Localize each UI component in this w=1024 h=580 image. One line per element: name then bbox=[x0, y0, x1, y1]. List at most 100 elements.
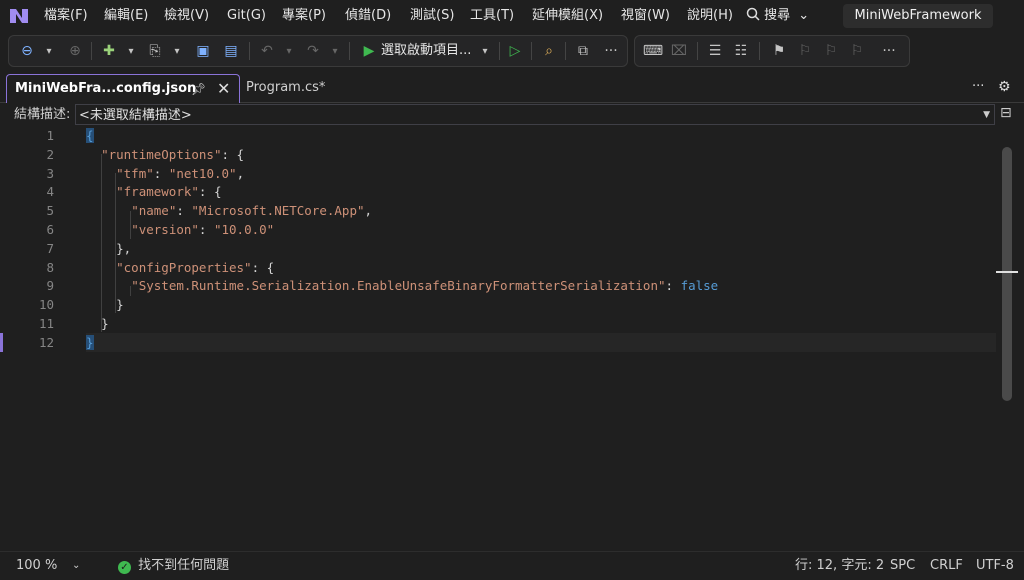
toolbar-separator bbox=[531, 42, 532, 60]
navigate-forward-icon[interactable]: ⊕ bbox=[65, 36, 85, 66]
visual-studio-logo-icon[interactable] bbox=[8, 6, 30, 26]
save-all-icon[interactable]: ▤ bbox=[221, 36, 241, 66]
menu-test[interactable]: 測試(S) bbox=[410, 0, 454, 32]
menu-git[interactable]: Git(G) bbox=[227, 0, 266, 32]
schema-label: 結構描述: bbox=[14, 107, 71, 122]
toolbar-separator bbox=[249, 42, 250, 60]
chevron-down-icon[interactable]: ⌄ bbox=[72, 552, 80, 580]
schema-dropdown[interactable]: <未選取結構描述> ▼ bbox=[75, 104, 995, 125]
chevron-down-icon[interactable]: ▾ bbox=[279, 36, 299, 66]
close-icon[interactable]: ✕ bbox=[217, 75, 230, 103]
start-without-debug-icon[interactable]: ▷ bbox=[505, 36, 525, 66]
line-number: 5 bbox=[46, 203, 54, 219]
start-play-icon[interactable]: ▶ bbox=[359, 36, 379, 66]
menu-extensions[interactable]: 延伸模組(X) bbox=[532, 0, 603, 32]
line-number: 7 bbox=[46, 240, 54, 256]
code-line: } bbox=[86, 334, 94, 350]
startup-item-dropdown[interactable]: 選取啟動項目... bbox=[381, 36, 471, 66]
toolbar-separator bbox=[499, 42, 500, 60]
more-options-icon[interactable]: ··· bbox=[601, 36, 621, 66]
save-icon[interactable]: ▣ bbox=[193, 36, 213, 66]
line-number: 9 bbox=[46, 278, 54, 294]
current-line-marker bbox=[0, 333, 3, 352]
find-in-files-icon[interactable]: ⌕ bbox=[539, 36, 559, 66]
zoom-level[interactable]: 100 % bbox=[16, 552, 57, 580]
next-bookmark-icon[interactable]: ⚐ bbox=[821, 36, 841, 66]
toolbar-separator bbox=[565, 42, 566, 60]
search-icon bbox=[746, 7, 760, 21]
prev-bookmark-icon[interactable]: ⚐ bbox=[795, 36, 815, 66]
clear-bookmarks-icon[interactable]: ⚐ bbox=[847, 36, 867, 66]
schema-bar: 結構描述: <未選取結構描述> ▼ ⊟ bbox=[0, 103, 1024, 127]
line-number: 8 bbox=[46, 259, 54, 275]
line-number: 1 bbox=[46, 128, 54, 143]
project-name-badge[interactable]: MiniWebFramework bbox=[843, 4, 993, 28]
decrease-indent-icon[interactable]: ☰ bbox=[705, 36, 725, 66]
toolbar-separator bbox=[759, 42, 760, 60]
open-file-icon[interactable]: ⎘ bbox=[145, 36, 165, 66]
menu-help[interactable]: 說明(H) bbox=[687, 0, 733, 32]
code-line: "System.Runtime.Serialization.EnableUnsa… bbox=[131, 278, 719, 294]
code-line: "tfm": "net10.0", bbox=[116, 165, 245, 181]
menu-tools[interactable]: 工具(T) bbox=[470, 0, 514, 32]
code-line: "name": "Microsoft.NETCore.App", bbox=[131, 203, 373, 219]
issues-indicator[interactable]: ✓ 找不到任何問題 bbox=[118, 552, 229, 580]
gear-icon[interactable]: ⚙ bbox=[998, 72, 1011, 102]
menu-project[interactable]: 專案(P) bbox=[282, 0, 326, 32]
line-number: 12 bbox=[38, 334, 54, 350]
code-line: "framework": { bbox=[116, 184, 222, 200]
live-share-icon[interactable]: ⧉ bbox=[573, 36, 593, 66]
redo-icon[interactable]: ↷ bbox=[303, 36, 323, 66]
uncomment-icon[interactable]: ⌧ bbox=[669, 36, 689, 66]
search-button[interactable]: 搜尋 ⌄ bbox=[746, 0, 809, 32]
menu-bar: 檔案(F) 編輯(E) 檢視(V) Git(G) 專案(P) 偵錯(D) 測試(… bbox=[0, 0, 1024, 32]
encoding[interactable]: UTF-8 bbox=[976, 552, 1014, 580]
undo-icon[interactable]: ↶ bbox=[257, 36, 277, 66]
cursor-position[interactable]: 行: 12, 字元: 2 bbox=[795, 552, 884, 580]
comment-icon[interactable]: ⌨ bbox=[643, 36, 663, 66]
pin-icon[interactable]: 📌︎ bbox=[191, 75, 206, 103]
bookmark-icon[interactable]: ⚑ bbox=[769, 36, 789, 66]
document-tabs: MiniWebFra...config.json 📌︎ ✕ Program.cs… bbox=[0, 72, 1024, 103]
toolbar-separator bbox=[697, 42, 698, 60]
vertical-scrollbar[interactable] bbox=[1002, 147, 1012, 401]
chevron-down-icon[interactable]: ▾ bbox=[325, 36, 345, 66]
code-line: } bbox=[116, 297, 124, 313]
indentation-mode[interactable]: SPC bbox=[890, 552, 915, 580]
menu-file[interactable]: 檔案(F) bbox=[44, 0, 88, 32]
navigate-back-icon[interactable]: ⊖ bbox=[17, 36, 37, 66]
toolbar-separator bbox=[91, 42, 92, 60]
chevron-down-icon: ⌄ bbox=[798, 8, 810, 23]
line-number: 2 bbox=[46, 146, 54, 162]
code-line: }, bbox=[116, 240, 132, 256]
schema-value: <未選取結構描述> bbox=[79, 108, 192, 123]
code-line: } bbox=[101, 316, 109, 331]
code-line: "version": "10.0.0" bbox=[131, 222, 275, 237]
more-options-icon[interactable]: ··· bbox=[879, 36, 899, 66]
new-project-icon[interactable]: ✚ bbox=[99, 36, 119, 66]
line-number: 4 bbox=[46, 184, 54, 200]
toolbar-group-editor: ⌨ ⌧ ☰ ☷ ⚑ ⚐ ⚐ ⚐ ··· bbox=[634, 35, 910, 67]
chevron-down-icon[interactable]: ▾ bbox=[121, 36, 141, 66]
menu-edit[interactable]: 編輯(E) bbox=[104, 0, 148, 32]
line-number: 11 bbox=[38, 316, 54, 331]
check-circle-icon: ✓ bbox=[118, 561, 131, 574]
code-line: "runtimeOptions": { bbox=[101, 146, 245, 162]
more-tabs-icon[interactable]: ··· bbox=[972, 72, 984, 102]
chevron-down-icon[interactable]: ▾ bbox=[475, 36, 495, 66]
tab-program-cs[interactable]: Program.cs* bbox=[240, 74, 356, 102]
issues-text: 找不到任何問題 bbox=[138, 558, 230, 573]
menu-window[interactable]: 視窗(W) bbox=[621, 0, 670, 32]
line-ending[interactable]: CRLF bbox=[930, 552, 963, 580]
code-line: { bbox=[86, 128, 94, 143]
menu-debug[interactable]: 偵錯(D) bbox=[345, 0, 391, 32]
code-editor[interactable]: 1 {2 "runtimeOptions": {3 "tfm": "net10.0… bbox=[0, 127, 1024, 551]
chevron-down-icon[interactable]: ▾ bbox=[167, 36, 187, 66]
tab-config-json[interactable]: MiniWebFra...config.json 📌︎ ✕ bbox=[6, 74, 240, 103]
menu-view[interactable]: 檢視(V) bbox=[164, 0, 209, 32]
tab-label: MiniWebFra...config.json bbox=[15, 81, 197, 96]
line-number: 10 bbox=[38, 297, 54, 313]
chevron-down-icon[interactable]: ▾ bbox=[39, 36, 59, 66]
split-editor-icon[interactable]: ⊟ bbox=[1000, 105, 1012, 121]
increase-indent-icon[interactable]: ☷ bbox=[731, 36, 751, 66]
